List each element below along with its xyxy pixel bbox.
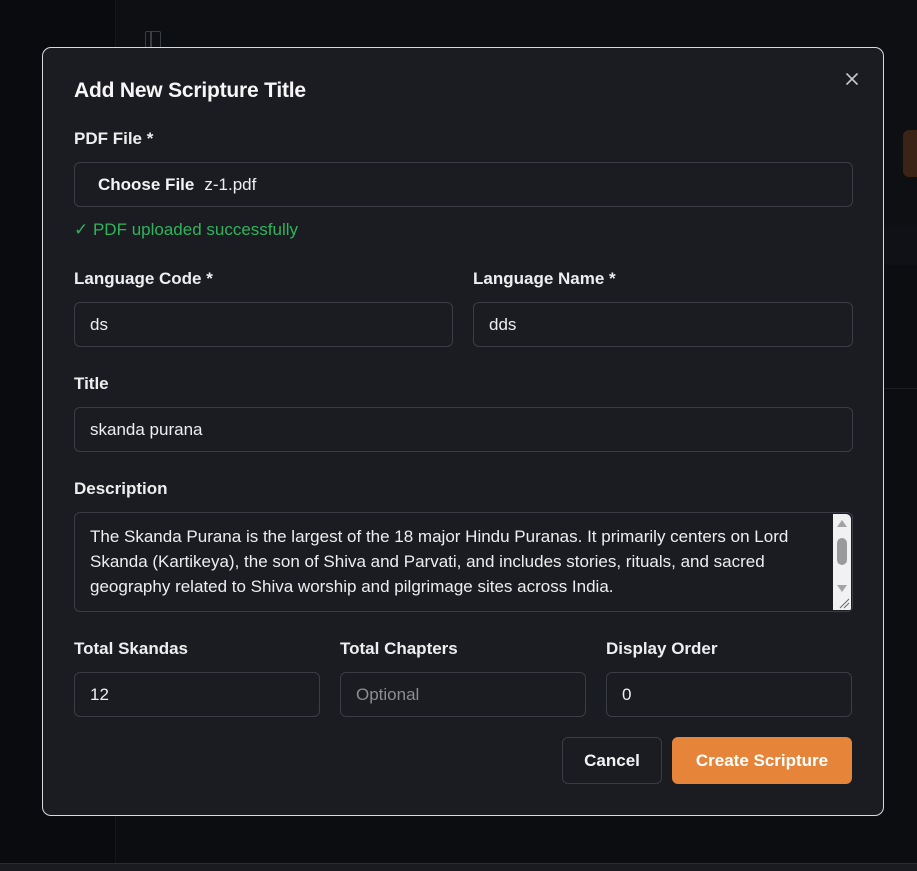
description-label: Description [74, 479, 168, 498]
scroll-thumb[interactable] [837, 538, 847, 565]
scroll-down-icon[interactable] [837, 585, 847, 592]
pdf-file-input[interactable]: Choose File z-1.pdf [74, 162, 853, 207]
description-scrollbar[interactable] [833, 514, 851, 610]
background-accent-button [903, 130, 917, 177]
language-name-input[interactable]: dds [473, 302, 853, 347]
close-icon[interactable] [843, 70, 861, 88]
pdf-filename: z-1.pdf [204, 175, 257, 194]
scroll-up-icon[interactable] [837, 520, 847, 527]
total-skandas-input[interactable]: 12 [74, 672, 320, 717]
display-order-label: Display Order [606, 639, 718, 658]
total-skandas-label: Total Skandas [74, 639, 188, 658]
title-input[interactable]: skanda purana [74, 407, 853, 452]
resize-handle-icon[interactable] [838, 597, 850, 609]
language-code-input[interactable]: ds [74, 302, 453, 347]
dialog-title: Add New Scripture Title [74, 79, 306, 102]
total-chapters-label: Total Chapters [340, 639, 458, 658]
display-order-input[interactable]: 0 [606, 672, 852, 717]
background-footer [0, 863, 917, 871]
language-code-label: Language Code * [74, 269, 213, 288]
description-textarea[interactable]: The Skanda Purana is the largest of the … [74, 512, 853, 612]
close-icon-glyph [846, 73, 858, 85]
description-text: The Skanda Purana is the largest of the … [90, 527, 789, 596]
background-divider [884, 388, 917, 389]
pdf-file-label: PDF File * [74, 129, 154, 148]
create-scripture-button[interactable]: Create Scripture [672, 737, 852, 784]
pdf-upload-status: ✓ PDF uploaded successfully [74, 220, 299, 239]
language-name-label: Language Name * [473, 269, 616, 288]
total-chapters-input[interactable]: Optional [340, 672, 586, 717]
title-label: Title [74, 374, 109, 393]
choose-file-button[interactable]: Choose File [98, 175, 194, 194]
add-scripture-dialog: Add New Scripture Title PDF File * Choos… [42, 47, 884, 816]
cancel-button[interactable]: Cancel [562, 737, 662, 784]
